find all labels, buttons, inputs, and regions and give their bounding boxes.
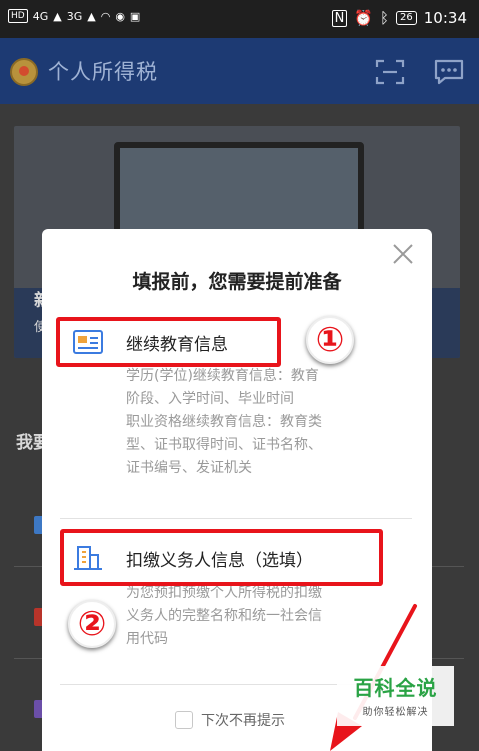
nfc-icon: N bbox=[331, 9, 348, 27]
battery-icon: 26 bbox=[396, 11, 417, 25]
desc-line: 阶段、入学时间、毕业时间 bbox=[126, 391, 294, 407]
watermark-logo: 百科全说 助你轻松解决 bbox=[337, 666, 454, 726]
watermark-subtitle: 助你轻松解决 bbox=[362, 707, 429, 718]
image-icon: ▣ bbox=[129, 9, 141, 23]
section-desc-withholding-agent: 为您预扣预缴个人所得税的扣缴 义务人的完整名称和统一社会信 用代码 bbox=[126, 582, 322, 651]
desc-line: 型、证书取得时间、证书名称、 bbox=[126, 437, 322, 453]
wifi-icon: ◠ bbox=[100, 9, 111, 23]
tax-emblem-icon bbox=[10, 58, 38, 86]
highlight-box-2 bbox=[60, 529, 383, 586]
desc-line: 职业资格继续教育信息：教育类 bbox=[126, 414, 322, 430]
do-not-remind-label[interactable]: 下次不再提示 bbox=[201, 710, 285, 730]
eye-icon: ◉ bbox=[115, 9, 125, 23]
network-3g: 3G bbox=[66, 9, 83, 23]
app-title: 个人所得税 bbox=[48, 60, 158, 84]
signal-icon: ▲ bbox=[53, 9, 62, 23]
section-divider bbox=[60, 518, 412, 519]
close-icon[interactable] bbox=[392, 243, 414, 265]
app-bar: 个人所得税 bbox=[0, 38, 479, 104]
desc-line: 学历(学位)继续教育信息：教育 bbox=[126, 368, 319, 384]
desc-line: 义务人的完整名称和统一社会信 bbox=[126, 608, 322, 624]
hd-badge: HD bbox=[8, 9, 28, 23]
status-left: HD 4G ▲ 3G ▲ ◠ ◉ ▣ bbox=[8, 9, 140, 23]
alarm-icon: ⏰ bbox=[354, 9, 374, 27]
scan-icon[interactable] bbox=[375, 58, 405, 86]
status-time: 10:34 bbox=[423, 9, 467, 27]
desc-line: 证书编号、发证机关 bbox=[126, 460, 252, 476]
watermark-title: 百科全说 bbox=[353, 676, 438, 700]
bluetooth-icon: ᛒ bbox=[380, 9, 390, 27]
message-icon[interactable] bbox=[433, 58, 465, 86]
status-right: N ⏰ ᛒ 26 10:34 bbox=[331, 9, 467, 27]
step-badge-2: ② bbox=[68, 600, 116, 648]
dialog-title: 填报前，您需要提前准备 bbox=[132, 271, 342, 293]
status-bar: HD 4G ▲ 3G ▲ ◠ ◉ ▣ N ⏰ ᛒ 26 10:34 bbox=[0, 0, 479, 38]
highlight-box-1 bbox=[56, 317, 281, 367]
desc-line: 用代码 bbox=[126, 631, 168, 647]
section-desc-continuing-education: 学历(学位)继续教育信息：教育 阶段、入学时间、毕业时间 职业资格继续教育信息：… bbox=[126, 365, 322, 480]
step-badge-1: ① bbox=[306, 316, 354, 364]
signal-icon-2: ▲ bbox=[87, 9, 96, 23]
do-not-remind-checkbox[interactable] bbox=[175, 711, 193, 729]
network-4g: 4G bbox=[32, 9, 49, 23]
